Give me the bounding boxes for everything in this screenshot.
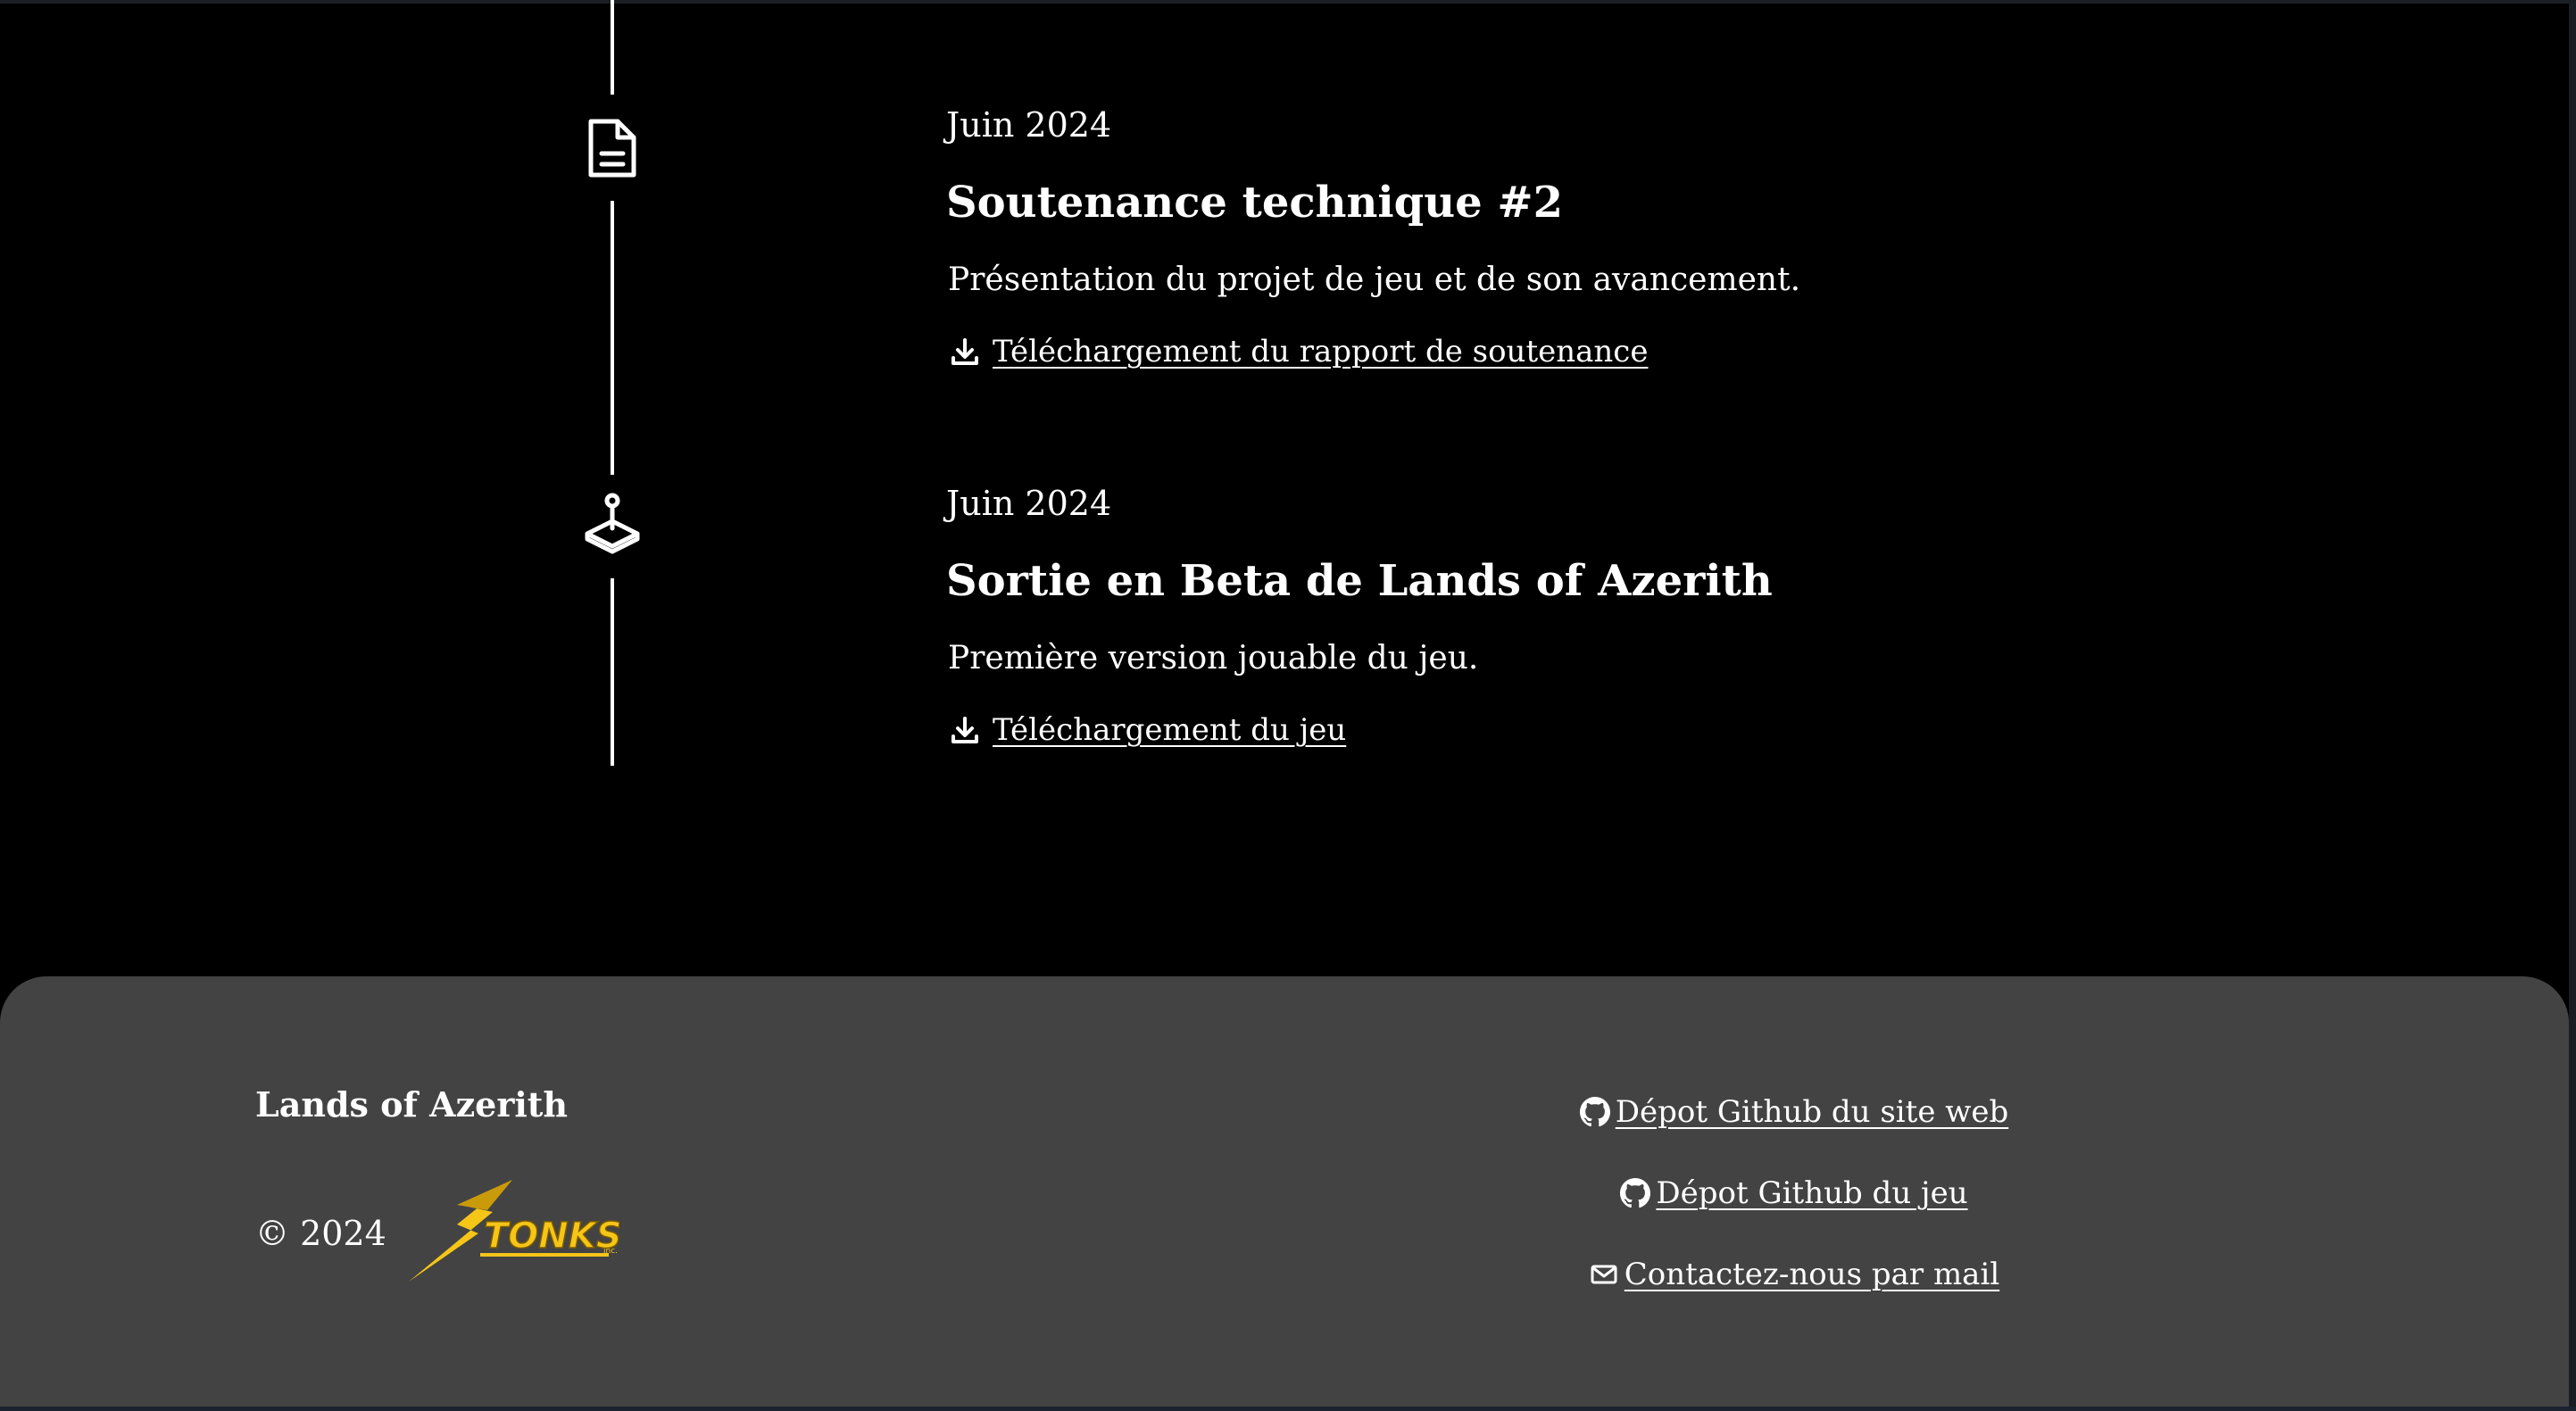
github-game-label[interactable]: Dépot Github du jeu — [1656, 1175, 1967, 1211]
contact-mail-label[interactable]: Contactez-nous par mail — [1625, 1257, 1999, 1292]
joystick-icon — [580, 493, 644, 557]
scrollbar-track[interactable] — [2569, 0, 2576, 1411]
github-website-link[interactable]: Dépot Github du site web — [1428, 1087, 2160, 1137]
footer: Lands of Azerith © 2024 TONKS inc. Dépot… — [0, 976, 2569, 1411]
copyright: © 2024 — [255, 1214, 386, 1253]
download-icon — [950, 336, 980, 367]
footer-title: Lands of Azerith — [255, 1084, 568, 1125]
github-website-label[interactable]: Dépot Github du site web — [1616, 1094, 2009, 1130]
timeline-line — [611, 201, 614, 475]
footer-links: Dépot Github du site web Dépot Github du… — [1428, 1087, 2160, 1331]
entry-title: Sortie en Beta de Lands of Azerith — [946, 556, 1773, 606]
github-game-link[interactable]: Dépot Github du jeu — [1428, 1168, 2160, 1218]
entry-description: Présentation du projet de jeu et de son … — [948, 261, 1801, 298]
download-report-label[interactable]: Téléchargement du rapport de soutenance — [993, 334, 1648, 369]
timeline-line — [611, 578, 614, 766]
logo-suffix: inc. — [603, 1247, 618, 1256]
mail-icon — [1589, 1259, 1619, 1290]
entry-date: Juin 2024 — [946, 484, 1112, 523]
document-icon — [580, 116, 644, 180]
entry-title: Soutenance technique #2 — [946, 178, 1563, 228]
download-icon — [950, 715, 980, 745]
top-edge — [0, 0, 2576, 4]
github-icon — [1620, 1178, 1651, 1208]
logo-text: TONKS — [484, 1216, 619, 1257]
download-report-link[interactable]: Téléchargement du rapport de soutenance — [950, 327, 2285, 377]
github-icon — [1579, 1097, 1610, 1127]
contact-mail-link[interactable]: Contactez-nous par mail — [1428, 1249, 2160, 1299]
timeline-line — [611, 0, 614, 95]
download-game-label[interactable]: Téléchargement du jeu — [993, 712, 1346, 748]
entry-description: Première version jouable du jeu. — [948, 640, 1479, 676]
timeline-entry: Juin 2024 Soutenance technique #2 Présen… — [946, 98, 2285, 377]
timeline-entry: Juin 2024 Sortie en Beta de Lands of Aze… — [946, 477, 2285, 755]
stonks-logo: TONKS inc. — [405, 1178, 622, 1283]
download-game-link[interactable]: Téléchargement du jeu — [950, 705, 2285, 755]
entry-date: Juin 2024 — [946, 105, 1112, 145]
bottom-strip — [0, 1407, 2576, 1411]
page: Juin 2024 Soutenance technique #2 Présen… — [0, 0, 2576, 1411]
